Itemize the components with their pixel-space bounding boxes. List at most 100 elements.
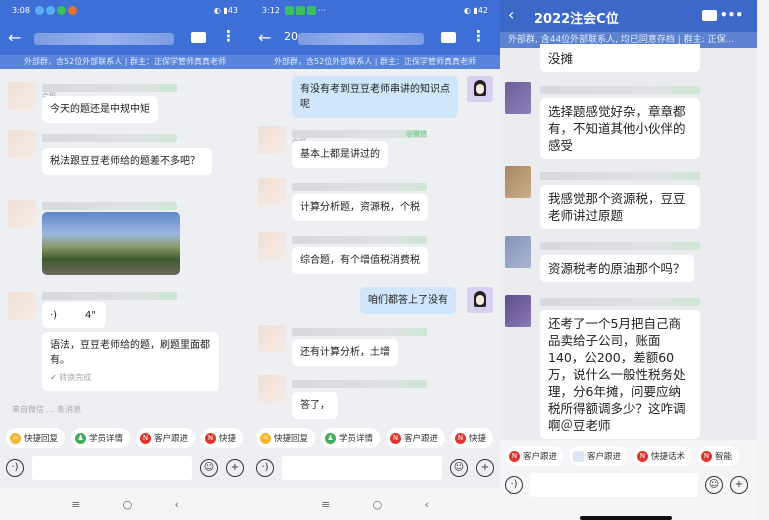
source-note: 来自微信 … 条消息 [12, 405, 82, 414]
app-icon [34, 6, 44, 15]
wechat-icon [295, 6, 305, 15]
sender-name: 会税 [42, 84, 177, 100]
chat-title-blurred [34, 33, 174, 45]
person-icon: ♟ [75, 432, 87, 444]
message-bubble[interactable]: 还有计算分析，土增 [292, 339, 398, 366]
battery-indicator: ◐ ▮43 [213, 6, 238, 15]
chat-title: 20 [284, 30, 298, 43]
avatar[interactable] [8, 200, 36, 228]
system-nav: ≡ ○ ‹ [0, 488, 250, 520]
check-icon: ✔ [50, 373, 60, 382]
chip-quick-reply[interactable]: = 快捷回复 [256, 428, 316, 448]
voice-toggle-icon[interactable]: ·) [505, 476, 523, 494]
avatar[interactable] [505, 82, 531, 114]
message-bubble[interactable]: 基本上都是讲过的 [292, 141, 388, 168]
home-icon[interactable]: ○ [123, 498, 133, 511]
reply-icon: = [10, 432, 21, 444]
chip-student-detail[interactable]: ♟ 学员详情 [71, 428, 131, 448]
back-arrow-icon[interactable]: ← [8, 28, 21, 47]
more-menu-icon[interactable]: ••• [720, 8, 743, 22]
follow-icon: N [390, 432, 402, 444]
back-arrow-icon[interactable]: ← [258, 28, 271, 47]
back-icon[interactable]: ‹ [424, 498, 428, 511]
plus-icon[interactable]: + [226, 459, 244, 477]
message-bubble[interactable]: 综合题，有个增值税消费税 [292, 247, 428, 274]
sender-name [540, 298, 700, 306]
more-menu-icon[interactable]: ⋮ [471, 27, 486, 45]
battery-indicator: ◐ ▮42 [463, 6, 488, 15]
avatar[interactable] [505, 236, 531, 268]
chip-follow-up[interactable]: N 客户跟进 [505, 446, 565, 466]
group-info-bar[interactable]: 外部群，含52位外部联系人 | 群主：正保学管师真真老师 [250, 55, 500, 69]
avatar[interactable] [8, 82, 36, 110]
chip-student-detail[interactable]: ♟ 学员详情 [321, 428, 381, 448]
back-icon[interactable]: ‹ [174, 498, 178, 511]
my-avatar[interactable] [467, 76, 493, 102]
status-time: 3:12 [262, 6, 280, 15]
avatar[interactable] [8, 130, 36, 158]
chip-quick[interactable]: N 快捷 [201, 428, 244, 448]
my-message-bubble[interactable]: 咱们都答上了没有 [360, 287, 456, 314]
input-bar: ·) ☺ + [0, 456, 250, 480]
message-bubble[interactable]: 答了， [292, 392, 338, 419]
sender-name [42, 134, 177, 142]
my-avatar[interactable] [467, 287, 493, 313]
message-bubble[interactable]: 税法跟豆豆老师给的题差不多吧？ [42, 148, 212, 175]
chat-header: ← ⋮ [0, 22, 250, 55]
avatar[interactable] [505, 295, 531, 327]
more-menu-icon[interactable]: ⋮ [221, 27, 236, 45]
chip-quick-reply[interactable]: = 快捷回复 [6, 428, 66, 448]
video-call-icon[interactable] [191, 32, 206, 43]
chip-quick-script[interactable]: N 快捷话术 [633, 446, 693, 466]
avatar[interactable] [258, 232, 286, 260]
message-input[interactable] [282, 456, 442, 480]
voice-message[interactable]: ·) 4" [42, 302, 106, 328]
chip-follow-up-2[interactable]: 客户跟进 [569, 446, 629, 466]
avatar[interactable] [258, 375, 286, 403]
avatar[interactable] [505, 166, 531, 198]
home-indicator[interactable] [580, 516, 672, 520]
sender-name [292, 236, 427, 244]
chip-follow-up[interactable]: N 客户跟进 [386, 428, 446, 448]
message-input[interactable] [530, 473, 698, 497]
chip-follow-up[interactable]: N 客户跟进 [136, 428, 196, 448]
avatar[interactable] [258, 325, 286, 353]
message-bubble[interactable]: 资源税考的原油那个吗？ [540, 255, 694, 282]
chip-quick[interactable]: N 快捷 [451, 428, 494, 448]
message-bubble[interactable]: 我感觉那个资源税，豆豆老师讲过原题 [540, 185, 700, 229]
emoji-icon[interactable]: ☺ [450, 459, 468, 477]
video-call-icon[interactable] [702, 10, 717, 21]
avatar[interactable] [258, 126, 286, 154]
menu-icon[interactable]: ≡ [321, 498, 330, 511]
message-bubble[interactable]: 没摊 [540, 44, 700, 72]
message-input[interactable] [32, 456, 192, 480]
emoji-icon[interactable]: ☺ [705, 476, 723, 494]
input-bar: ·) ☺ + [500, 473, 757, 497]
avatar[interactable] [8, 292, 36, 320]
menu-icon[interactable]: ≡ [71, 498, 80, 511]
video-call-icon[interactable] [441, 32, 456, 43]
sender-name [540, 86, 700, 94]
voice-transcript[interactable]: 语法，豆豆老师给的题，刷题里面都有。 ✔ 转换完成 [42, 332, 219, 391]
message-bubble[interactable]: 今天的题还是中规中矩 [42, 96, 158, 123]
message-bubble[interactable]: 选择题感觉好杂，章章都有，不知道其他小伙伴的感受 [540, 98, 700, 159]
message-bubble[interactable]: 计算分析题，资源税，个税 [292, 194, 428, 221]
back-arrow-icon[interactable]: ‹ [508, 5, 514, 24]
group-info-bar[interactable]: 外部群，含52位外部联系人 | 群主：正保学管师真真老师 [0, 55, 250, 69]
plus-icon[interactable]: + [476, 459, 494, 477]
plus-icon[interactable]: + [730, 476, 748, 494]
chat-header: ← 20 ⋮ [250, 22, 500, 55]
avatar[interactable] [258, 178, 286, 206]
home-icon[interactable]: ○ [373, 498, 383, 511]
image-message[interactable] [42, 212, 180, 275]
sender-name [42, 292, 177, 300]
emoji-icon[interactable]: ☺ [200, 459, 218, 477]
app-icon [45, 6, 55, 15]
chat-screen-3: ‹ 2022注会C位 ••• 外部群, 含44位外部联系人, 均已同意存档 | … [500, 0, 757, 520]
voice-toggle-icon[interactable]: ·) [6, 459, 24, 477]
my-message-bubble[interactable]: 有没有考到豆豆老师串讲的知识点呢 [292, 76, 458, 118]
voice-toggle-icon[interactable]: ·) [256, 459, 274, 477]
message-bubble[interactable]: 还考了一个5月把自己商品卖给子公司，账面140，公200，差额60万，说什么一般… [540, 310, 700, 439]
wechat-icon [56, 6, 66, 15]
chip-smart[interactable]: N 智能 [697, 446, 740, 466]
